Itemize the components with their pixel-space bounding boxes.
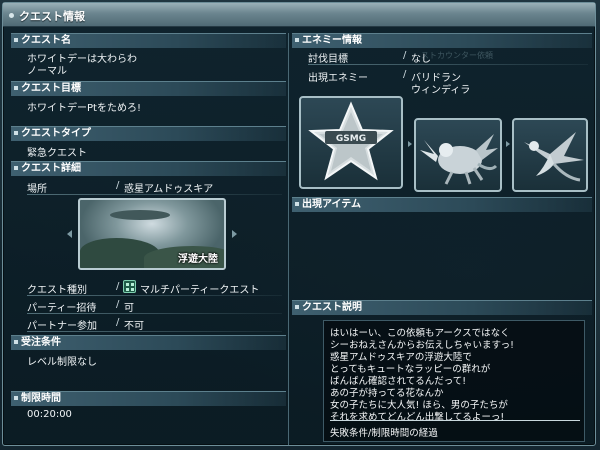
row-line [27,295,282,296]
quest-info-window: クエスト情報 クエスト名 ホワイトデーは大わらわ ノーマル クエスト目標 ホワイ… [2,2,596,446]
location-caption: 浮遊大陸 [178,254,218,265]
enemy-nav-arrow-icon [506,141,510,147]
enemy-name-2: ウィンディラ [411,85,471,96]
target-separator: / [403,50,407,61]
column-divider [288,33,289,445]
description-box: はいはーい、この依頼もアークスではなく シーおねえさんからお伝えしちゃいますっ!… [323,320,585,442]
background-ghost-text: ストカウンター依頼 [421,51,493,60]
window-titlebar[interactable]: クエスト情報 [3,3,595,27]
location-prev-arrow-icon[interactable] [67,230,72,238]
multi-party-icon [123,280,136,293]
enemies-label: 出現エネミー [308,73,368,84]
items-header: 出現アイテム [292,197,592,212]
floating-island-shape [110,210,170,220]
window-title: クエスト情報 [19,10,85,23]
row-line [308,64,588,65]
partner-join-value: 不可 [124,321,144,332]
quest-name-header: クエスト名 [11,33,286,48]
party-invite-label: パーティー招待 [27,303,97,314]
location-image: 浮遊大陸 [78,198,226,270]
enemy-icon-baridoran[interactable] [414,118,502,192]
time-limit-header: 制限時間 [11,391,286,406]
quest-type-text: 緊急クエスト [27,148,87,159]
party-invite-separator: / [116,299,120,310]
quest-category-label: クエスト種別 [27,285,87,296]
target-value: なし [411,54,431,65]
row-line [27,313,282,314]
time-limit-value: 00:20:00 [27,409,72,420]
quest-goal-header: クエスト目標 [11,81,286,96]
enemy-nav-arrow-icon [408,141,412,147]
description-header: クエスト説明 [292,300,592,315]
requirements-text: レベル制限なし [27,357,97,368]
dragon-icon [420,134,498,185]
quest-category-value: マルチパーティークエスト [140,285,260,296]
party-invite-value: 可 [124,303,134,314]
row-line [27,331,282,332]
fail-condition-text: 失敗条件/制限時間の経過 [330,428,438,439]
wyvern-icon [524,132,584,182]
quest-category-separator: / [116,281,120,292]
quest-type-header: クエストタイプ [11,126,286,141]
target-label: 討伐目標 [308,54,348,65]
location-separator: / [116,180,120,191]
location-label: 場所 [27,184,47,195]
location-row-line [27,194,282,195]
quest-difficulty: ノーマル [27,66,67,77]
title-dot-icon [9,13,14,18]
svg-text:GSMG: GSMG [336,134,366,144]
partner-join-label: パートナー参加 [27,321,97,332]
description-divider [330,420,580,421]
enemy-icon-rappy-seal[interactable]: GSMG [299,96,403,189]
quest-goal-text: ホワイトデーPtをためろ! [27,103,141,114]
enemies-separator: / [403,69,407,80]
seal-star-icon: GSMG [308,101,394,181]
partner-join-separator: / [116,317,120,328]
requirements-header: 受注条件 [11,335,286,350]
location-value: 惑星アムドゥスキア [124,184,214,195]
quest-details-header: クエスト詳細 [11,161,286,176]
location-next-arrow-icon[interactable] [232,230,237,238]
enemy-icon-windira[interactable] [512,118,588,192]
enemy-info-header: エネミー情報 [292,33,592,48]
